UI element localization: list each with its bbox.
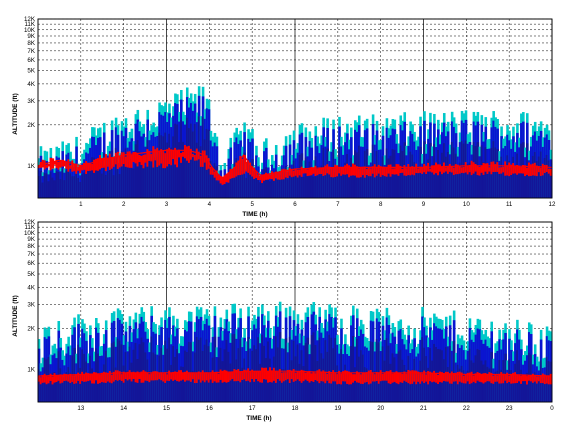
y-axis-title: ALTITUDE (ft) — [12, 295, 19, 336]
x-tick-label: 8 — [379, 201, 383, 208]
x-tick-label: 3 — [165, 201, 169, 208]
x-tick-label: 11 — [506, 201, 513, 208]
x-tick-label: 2 — [122, 201, 126, 208]
y-tick-label: 1K — [27, 163, 35, 170]
x-tick-label: 14 — [120, 405, 127, 412]
y-tick-label: 12K — [24, 16, 36, 23]
x-axis-title: TIME (h) — [242, 211, 267, 218]
y-tick-label: 5K — [27, 271, 35, 278]
x-tick-label: 22 — [463, 405, 470, 412]
altitude-chart-hours-12-24: TIME (h) ALTITUDE (ft) 1K 2K 3K 4K 5K 6K 7K8K9… — [12, 219, 554, 422]
y-tick-label: 4K — [27, 284, 35, 291]
x-tick-label: 9 — [422, 201, 426, 208]
x-tick-label: 19 — [334, 405, 341, 412]
x-tick-label: 20 — [377, 405, 384, 412]
x-tick-label: 4 — [208, 201, 212, 208]
y-tick-label: 9K — [27, 236, 35, 243]
y-tick-label: 9K — [27, 33, 35, 40]
x-tick-label: 6 — [293, 201, 297, 208]
x-tick-label: 12 — [549, 201, 556, 208]
y-tick-label: 2K — [27, 325, 35, 332]
x-tick-label: 23 — [506, 405, 513, 412]
x-tick-label: 5 — [250, 201, 254, 208]
y-tick-label: 6K — [27, 260, 35, 267]
altitude-chart-hours-0-12: TIME (h) ALTITUDE (ft) 1K2K3K4K5K6K7K8K9… — [12, 16, 556, 218]
x-tick-label: 7 — [336, 201, 340, 208]
x-tick-label: 10 — [463, 201, 470, 208]
y-tick-label: 3K — [27, 301, 35, 308]
x-tick-label: 18 — [292, 405, 299, 412]
y-tick-label: 6K — [27, 57, 35, 64]
x-tick-label: 21 — [420, 405, 427, 412]
y-tick-label: 2K — [27, 122, 35, 129]
x-tick-label: 15 — [163, 405, 170, 412]
x-tick-label: 0 — [550, 405, 554, 412]
y-tick-label: 4K — [27, 81, 35, 88]
x-tick-label: 1 — [79, 201, 83, 208]
x-tick-label: 13 — [77, 405, 84, 412]
y-tick-label: 7K — [27, 48, 35, 55]
x-tick-label: 16 — [206, 405, 213, 412]
y-tick-label: 3K — [27, 98, 35, 105]
y-tick-label: 12K — [24, 219, 36, 226]
y-tick-label: 5K — [27, 68, 35, 75]
y-axis-title: ALTITUDE (ft) — [12, 93, 19, 134]
y-tick-label: 7K — [27, 251, 35, 258]
y-tick-label: 8K — [27, 243, 35, 250]
x-tick-label: 17 — [249, 405, 256, 412]
y-tick-label: 8K — [27, 40, 35, 47]
altitude-charts: TIME (h) ALTITUDE (ft) 1K2K3K4K5K6K7K8K9… — [12, 16, 556, 422]
y-tick-label: 1K — [27, 367, 35, 374]
x-axis-title: TIME (h) — [246, 415, 271, 422]
